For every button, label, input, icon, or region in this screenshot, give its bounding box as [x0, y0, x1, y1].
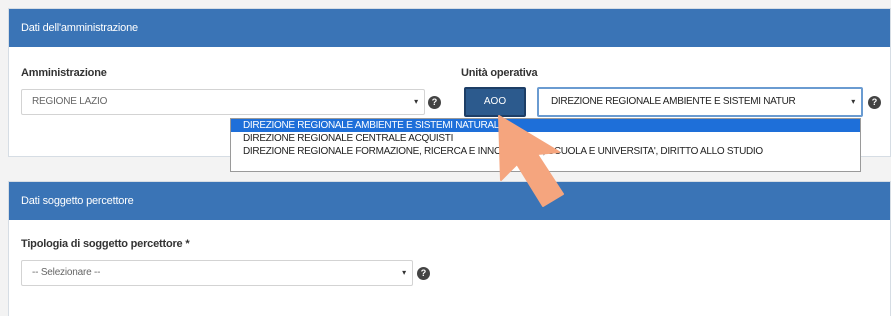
- panel-soggetto: Dati soggetto percettore Tipologia di so…: [8, 181, 891, 316]
- panel-amministrazione-title: Dati dell'amministrazione: [9, 9, 890, 47]
- tipologia-value: -- Selezionare --: [32, 267, 101, 278]
- aoo-button[interactable]: AOO: [464, 87, 526, 117]
- chevron-down-icon: ▾: [402, 268, 406, 277]
- help-icon[interactable]: ?: [868, 96, 881, 109]
- tipologia-select[interactable]: -- Selezionare -- ▾: [21, 260, 413, 286]
- amministrazione-label: Amministrazione: [21, 67, 107, 79]
- amministrazione-select[interactable]: REGIONE LAZIO ▾: [21, 89, 425, 115]
- cursor-arrow-icon: [498, 115, 564, 207]
- chevron-down-icon: ▾: [851, 97, 855, 106]
- amministrazione-value: REGIONE LAZIO: [32, 96, 108, 107]
- unita-operativa-select[interactable]: DIREZIONE REGIONALE AMBIENTE E SISTEMI N…: [537, 87, 863, 117]
- panel-soggetto-title: Dati soggetto percettore: [9, 182, 890, 220]
- unita-operativa-value: DIREZIONE REGIONALE AMBIENTE E SISTEMI N…: [551, 96, 796, 107]
- chevron-down-icon: ▾: [414, 97, 418, 106]
- help-icon[interactable]: ?: [428, 96, 441, 109]
- help-icon[interactable]: ?: [417, 267, 430, 280]
- tipologia-label: Tipologia di soggetto percettore *: [21, 238, 190, 250]
- unita-operativa-label: Unità operativa: [461, 67, 538, 79]
